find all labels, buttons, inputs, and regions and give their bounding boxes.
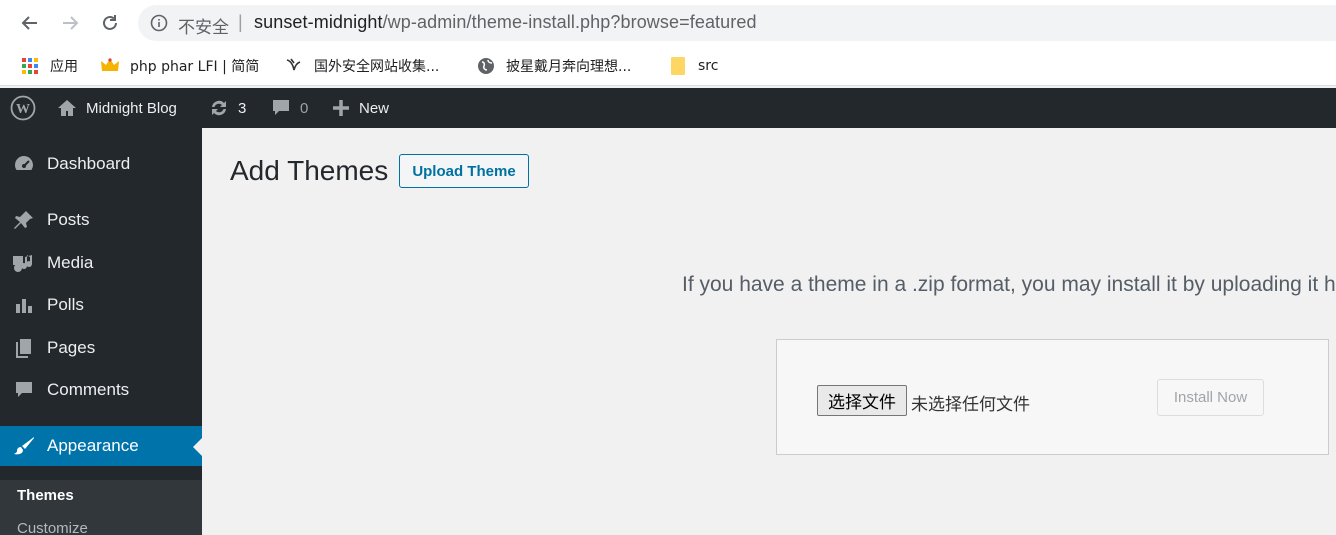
sidebar-item-appearance[interactable]: Appearance <box>0 426 202 466</box>
paintbrush-icon <box>12 436 36 456</box>
sidebar-item-media[interactable]: Media <box>0 243 202 283</box>
crown-icon <box>100 56 120 76</box>
back-button[interactable] <box>16 9 44 37</box>
bookmark-label: 国外安全网站收集... <box>314 59 440 75</box>
sidebar-item-label: Appearance <box>47 436 139 455</box>
upload-theme-form: 选择文件 未选择任何文件 Install Now <box>776 339 1329 455</box>
main-content: Add Themes Upload Theme If you have a th… <box>202 128 1336 535</box>
new-content-menu[interactable]: New <box>331 88 389 128</box>
forward-arrow-icon <box>63 16 79 30</box>
plus-icon <box>333 100 349 116</box>
page-title: Add Themes <box>230 155 389 186</box>
updates-count: 3 <box>238 99 247 117</box>
bookmark-apps[interactable]: 应用 <box>20 54 78 78</box>
media-icon <box>12 253 36 273</box>
sidebar-item-posts[interactable]: Posts <box>0 200 202 240</box>
bookmarks-bar: 应用 php phar LFI | 简简 国外安全网站收集... 披星戴月奔向理… <box>0 46 1336 86</box>
url-separator: | <box>238 12 243 32</box>
insecure-label: 不安全 <box>178 18 229 38</box>
submenu-item-customize[interactable]: Customize <box>17 520 88 535</box>
address-bar[interactable]: 不安全 | sunset-midnight/wp-admin/theme-ins… <box>138 5 1336 41</box>
url-text[interactable]: sunset-midnight/wp-admin/theme-install.p… <box>254 12 757 33</box>
site-name: Midnight Blog <box>86 99 177 117</box>
comments-menu[interactable]: 0 <box>270 88 308 128</box>
bookmark-label: 应用 <box>50 59 78 75</box>
wordpress-logo-icon: W <box>10 95 36 121</box>
apps-grid-icon <box>20 56 40 76</box>
sidebar-item-label: Posts <box>47 210 90 229</box>
pages-icon <box>12 338 36 358</box>
install-now-button[interactable]: Install Now <box>1157 379 1264 416</box>
sidebar-item-polls[interactable]: Polls <box>0 285 202 325</box>
wp-admin-bar: W Midnight Blog 3 0 New <box>0 88 1336 128</box>
bookmark-label: 披星戴月奔向理想... <box>506 59 632 75</box>
sidebar-item-comments[interactable]: Comments <box>0 370 202 410</box>
sidebar-item-label: Media <box>47 253 94 272</box>
url-path: /wp-admin/theme-install.php?browse=featu… <box>382 12 757 32</box>
sidebar-item-label: Comments <box>47 380 130 399</box>
comment-icon <box>12 380 36 400</box>
url-host: sunset-midnight <box>254 12 383 32</box>
bird-icon <box>284 56 304 76</box>
updates-menu[interactable]: 3 <box>208 88 246 128</box>
back-arrow-icon <box>21 16 37 30</box>
new-label: New <box>359 99 390 117</box>
forward-button[interactable] <box>56 9 84 37</box>
bookmark-src[interactable]: src <box>668 54 718 78</box>
sidebar-item-label: Dashboard <box>47 154 131 173</box>
folder-icon <box>668 56 688 76</box>
home-icon <box>58 100 76 116</box>
screen: 不安全 | sunset-midnight/wp-admin/theme-ins… <box>0 0 1336 535</box>
pushpin-icon <box>12 210 36 230</box>
globe-icon <box>476 56 496 76</box>
sidebar-item-pages[interactable]: Pages <box>0 328 202 368</box>
current-menu-arrow <box>193 438 202 456</box>
file-status-text: 未选择任何文件 <box>911 395 1030 415</box>
admin-sidebar: Dashboard Posts Media Polls Pages Commen… <box>0 128 202 535</box>
svg-text:W: W <box>16 102 30 117</box>
bookmark-label: src <box>698 58 719 74</box>
bookmark-ideal[interactable]: 披星戴月奔向理想... <box>476 54 631 78</box>
sidebar-item-label: Polls <box>47 295 84 314</box>
comment-bubble-icon <box>273 100 289 115</box>
choose-file-button[interactable]: 选择文件 <box>817 385 907 416</box>
bookmark-php-phar[interactable]: php phar LFI | 简简 <box>100 54 259 78</box>
updates-icon <box>212 100 226 116</box>
bookmark-security-sites[interactable]: 国外安全网站收集... <box>284 54 439 78</box>
upload-theme-button[interactable]: Upload Theme <box>399 154 529 188</box>
bookmark-label: php phar LFI | 简简 <box>130 59 260 75</box>
bar-chart-icon <box>12 295 36 315</box>
reload-icon <box>103 15 117 30</box>
comments-count: 0 <box>300 99 309 117</box>
browser-toolbar: 不安全 | sunset-midnight/wp-admin/theme-ins… <box>0 0 1336 46</box>
dashboard-icon <box>12 154 36 174</box>
reload-button[interactable] <box>96 9 124 37</box>
site-info-icon[interactable] <box>150 14 168 37</box>
submenu-item-themes[interactable]: Themes <box>17 487 74 504</box>
wp-logo-menu[interactable]: W <box>10 88 44 128</box>
upload-help-text: If you have a theme in a .zip format, yo… <box>682 273 1336 296</box>
sidebar-item-dashboard[interactable]: Dashboard <box>0 144 202 184</box>
sidebar-item-label: Pages <box>47 338 96 357</box>
site-name-menu[interactable]: Midnight Blog <box>56 88 177 128</box>
appearance-submenu: Themes Customize <box>0 480 202 535</box>
